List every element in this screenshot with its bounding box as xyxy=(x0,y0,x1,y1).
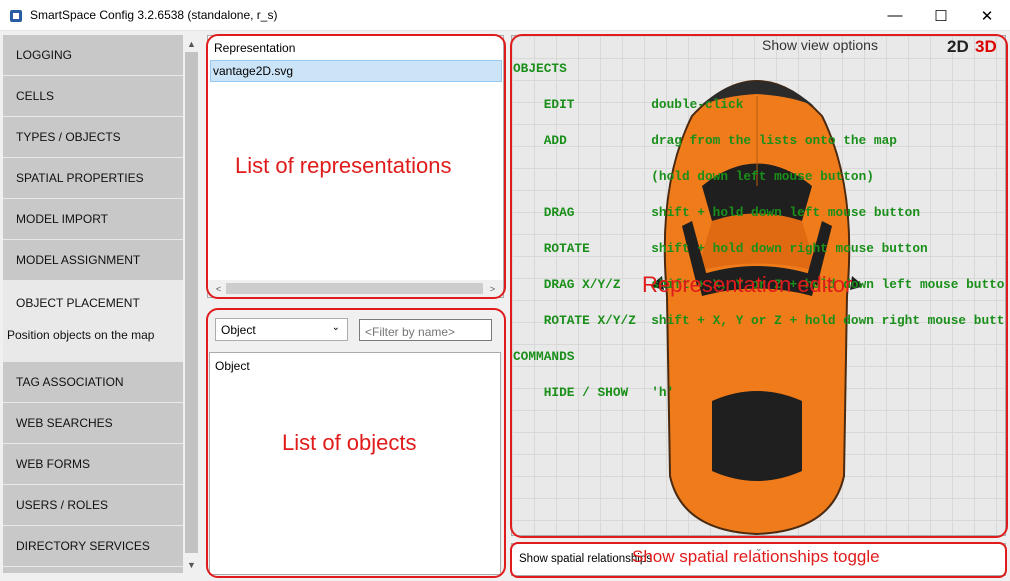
nav-item-directory-services[interactable]: DIRECTORY SERVICES xyxy=(3,526,183,567)
nav-item-web-forms[interactable]: WEB FORMS xyxy=(3,444,183,485)
nav-item-tag-association[interactable]: TAG ASSOCIATION xyxy=(3,362,183,403)
nav-item-label: WEB SEARCHES xyxy=(16,416,113,430)
nav-item-object-placement[interactable]: OBJECT PLACEMENT Position objects on the… xyxy=(3,281,183,362)
nav-item-label: LOGGING xyxy=(16,48,73,62)
nav-item-logging[interactable]: LOGGING xyxy=(3,35,183,76)
nav-item-description: Position objects on the map xyxy=(7,328,155,342)
annotation-label-objects: List of objects xyxy=(282,430,417,455)
nav-item-model-assignment[interactable]: MODEL ASSIGNMENT xyxy=(3,240,183,281)
nav-item-model-import[interactable]: MODEL IMPORT xyxy=(3,199,183,240)
scrollbar-thumb[interactable] xyxy=(185,52,198,553)
title-bar: SmartSpace Config 3.2.6538 (standalone, … xyxy=(0,0,1010,31)
nav-item-cells[interactable]: CELLS xyxy=(3,76,183,117)
nav-item-label: WEB FORMS xyxy=(16,457,90,471)
annotation-label-editor: Representation editor xyxy=(642,272,853,297)
nav-item-label: TYPES / OBJECTS xyxy=(16,130,121,144)
nav-item-label: DIRECTORY SERVICES xyxy=(16,539,150,553)
scroll-up-icon[interactable]: ▲ xyxy=(183,35,200,52)
nav-item-label: USERS / ROLES xyxy=(16,498,109,512)
nav-item-label: TAG ASSOCIATION xyxy=(16,375,124,389)
nav-item-spatial-properties[interactable]: SPATIAL PROPERTIES xyxy=(3,158,183,199)
maximize-button[interactable]: ☐ xyxy=(918,0,964,31)
nav-item-label: OBJECT PLACEMENT xyxy=(16,296,140,310)
nav-item-web-searches[interactable]: WEB SEARCHES xyxy=(3,403,183,444)
nav-item-label: SPATIAL PROPERTIES xyxy=(16,171,144,185)
annotation-label-spatial: Show spatial relationships toggle xyxy=(632,547,880,566)
scroll-down-icon[interactable]: ▼ xyxy=(183,556,200,573)
close-button[interactable]: ✕ xyxy=(964,0,1010,31)
nav-item-label: CELLS xyxy=(16,89,55,103)
nav-item-label: MODEL IMPORT xyxy=(16,212,109,226)
annotation-label-representations: List of representations xyxy=(235,153,452,178)
nav-item-label: MODEL ASSIGNMENT xyxy=(16,253,141,267)
app-icon xyxy=(10,10,22,22)
nav-item-types-objects[interactable]: TYPES / OBJECTS xyxy=(3,117,183,158)
sidebar-nav: LOGGING CELLS TYPES / OBJECTS SPATIAL PR… xyxy=(3,35,183,573)
window-title: SmartSpace Config 3.2.6538 (standalone, … xyxy=(30,8,278,22)
sidebar-scrollbar[interactable]: ▲ ▼ xyxy=(183,35,200,573)
minimize-button[interactable]: — xyxy=(872,0,918,31)
nav-item-users-roles[interactable]: USERS / ROLES xyxy=(3,485,183,526)
